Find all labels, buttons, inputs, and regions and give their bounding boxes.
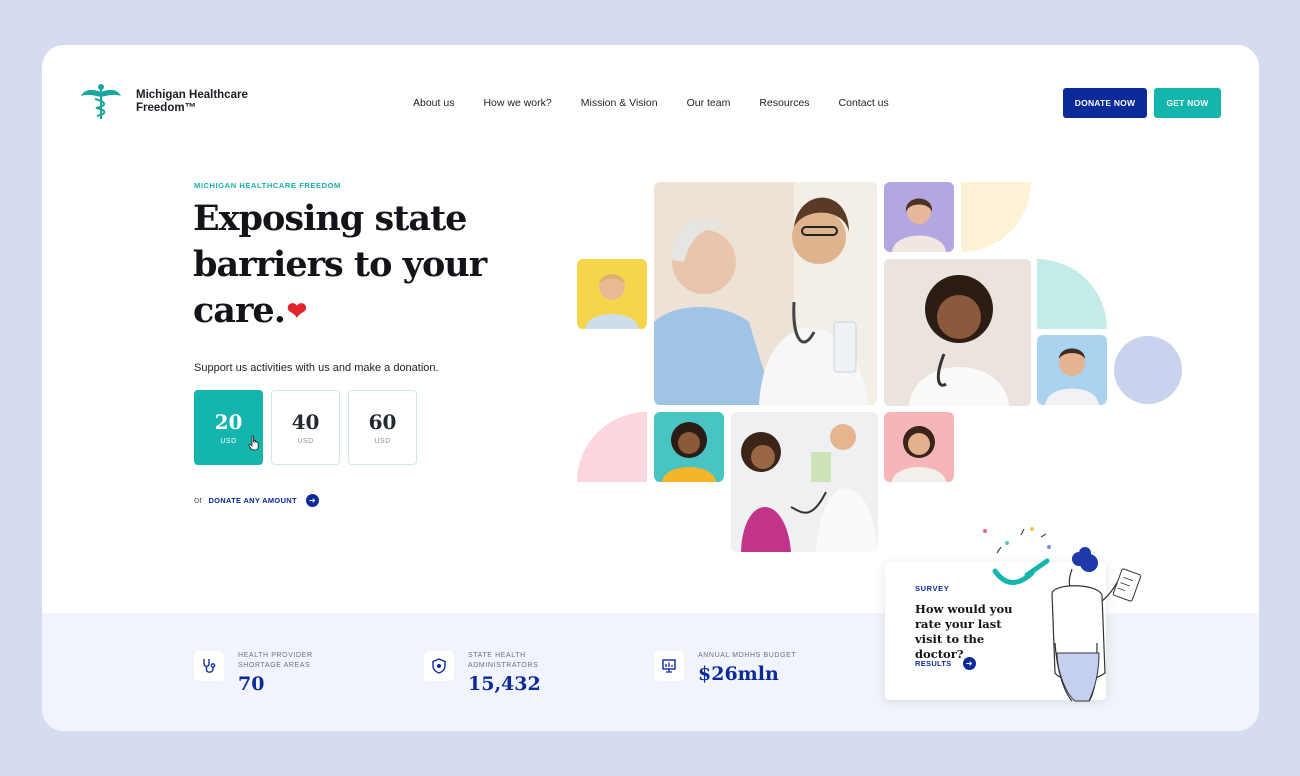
person-portrait-icon bbox=[662, 422, 716, 482]
nav-how-we-work[interactable]: How we work? bbox=[483, 97, 551, 109]
amount-currency: USD bbox=[297, 438, 314, 445]
doctor-photo bbox=[884, 259, 1031, 406]
doctor-child-illustration bbox=[731, 412, 878, 552]
team-photo bbox=[884, 412, 954, 482]
or-text: or bbox=[194, 495, 203, 506]
amount-option-20[interactable]: 20 USD bbox=[194, 390, 263, 465]
stat-value: 15,432 bbox=[468, 673, 541, 695]
pediatrics-photo bbox=[731, 412, 878, 552]
nav-our-team[interactable]: Our team bbox=[687, 97, 731, 109]
heart-icon: ❤ bbox=[286, 296, 307, 325]
doctor-portrait-illustration bbox=[884, 259, 1031, 406]
survey-results-link[interactable]: RESULTS bbox=[915, 659, 952, 668]
nav-resources[interactable]: Resources bbox=[759, 97, 809, 109]
page-card: Michigan Healthcare Freedom™ About us Ho… bbox=[42, 45, 1259, 731]
stat-value: 70 bbox=[238, 673, 265, 695]
person-portrait-icon bbox=[892, 198, 946, 252]
arrow-right-icon[interactable]: ➜ bbox=[305, 494, 319, 507]
amount-value: 40 bbox=[291, 410, 320, 434]
stat-health-administrators: STATE HEALTH ADMINISTRATORS 15,432 bbox=[424, 651, 578, 695]
nav-about-us[interactable]: About us bbox=[413, 97, 454, 109]
person-portrait-icon bbox=[1045, 348, 1099, 405]
amount-option-40[interactable]: 40 USD bbox=[271, 390, 340, 465]
quarter-circle-shape bbox=[1037, 259, 1107, 329]
donate-any-row: or DONATE ANY AMOUNT ➜ bbox=[194, 494, 319, 507]
stat-shortage-areas: HEALTH PROVIDER SHORTAGE AREAS 70 bbox=[194, 651, 348, 695]
stat-label: HEALTH PROVIDER SHORTAGE AREAS bbox=[238, 652, 313, 669]
hero-photo-doctor-patient bbox=[654, 182, 877, 405]
amount-currency: USD bbox=[220, 438, 237, 445]
amount-option-60[interactable]: 60 USD bbox=[348, 390, 417, 465]
hero-title-line2: barriers to your bbox=[193, 244, 487, 285]
quarter-circle-shape bbox=[961, 182, 1031, 252]
survey-results-row: RESULTS ➜ bbox=[915, 657, 976, 670]
quarter-circle-shape bbox=[577, 412, 647, 482]
stat-mdhhs-budget: ANNUAL MDHHS BUDGET $26mln bbox=[654, 651, 808, 685]
hero-eyebrow: MICHIGAN HEALTHCARE FREEDOM bbox=[194, 181, 341, 190]
person-portrait-icon bbox=[585, 274, 639, 329]
stat-label: ANNUAL MDHHS BUDGET bbox=[698, 652, 797, 659]
support-text: Support us activities with us and make a… bbox=[194, 362, 439, 374]
circle-shape bbox=[1114, 336, 1182, 404]
caduceus-icon bbox=[81, 84, 121, 119]
amount-value: 20 bbox=[214, 410, 243, 434]
nav-contact-us[interactable]: Contact us bbox=[839, 97, 889, 109]
brand-logo[interactable]: Michigan Healthcare Freedom™ bbox=[80, 83, 248, 121]
stat-value: $26mln bbox=[698, 663, 779, 685]
hero-title: Exposing state barriers to your care.❤ bbox=[193, 196, 513, 334]
brand-name: Michigan Healthcare Freedom™ bbox=[136, 89, 248, 115]
person-portrait-icon bbox=[892, 426, 946, 482]
hand-cursor-icon bbox=[248, 435, 259, 451]
hero-title-line3: care. bbox=[193, 290, 286, 331]
amount-currency: USD bbox=[374, 438, 391, 445]
arrow-right-icon[interactable]: ➜ bbox=[962, 657, 976, 670]
nav-mission-vision[interactable]: Mission & Vision bbox=[581, 97, 658, 109]
survey-tag: SURVEY bbox=[915, 584, 950, 593]
brand-name-line2: Freedom™ bbox=[136, 102, 197, 114]
donation-amounts: 20 USD 40 USD 60 USD bbox=[194, 390, 417, 465]
stethoscope-icon bbox=[194, 651, 224, 681]
doctor-patient-illustration bbox=[654, 182, 877, 405]
amount-value: 60 bbox=[368, 410, 397, 434]
hero-title-line1: Exposing state bbox=[193, 198, 467, 239]
team-photo bbox=[654, 412, 724, 482]
get-now-button[interactable]: GET NOW bbox=[1154, 88, 1221, 118]
survey-person-illustration bbox=[983, 527, 1142, 702]
shield-icon bbox=[424, 651, 454, 681]
brand-name-line1: Michigan Healthcare bbox=[136, 89, 248, 101]
team-photo bbox=[1037, 335, 1107, 405]
presentation-icon bbox=[654, 651, 684, 681]
main-nav: About us How we work? Mission & Vision O… bbox=[413, 97, 918, 109]
team-photo bbox=[577, 259, 647, 329]
team-photo bbox=[884, 182, 954, 252]
donate-any-amount-link[interactable]: DONATE ANY AMOUNT bbox=[208, 496, 296, 505]
stat-label: STATE HEALTH ADMINISTRATORS bbox=[468, 652, 539, 669]
donate-now-button[interactable]: DONATE NOW bbox=[1063, 88, 1147, 118]
